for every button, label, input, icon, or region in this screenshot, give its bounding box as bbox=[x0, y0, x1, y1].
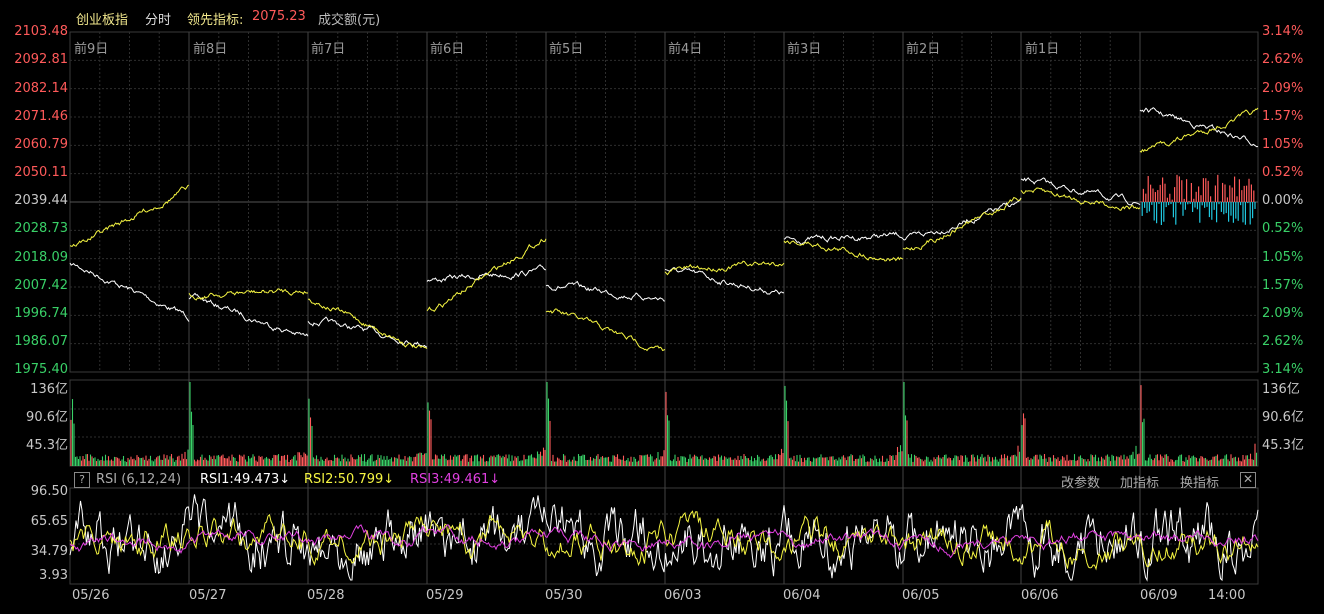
date-tick: 14:00 bbox=[1208, 588, 1246, 603]
date-tick: 05/30 bbox=[545, 588, 583, 603]
rsi-tick: 96.50 bbox=[30, 484, 68, 499]
rsi1-value: RSI1:49.473↓ bbox=[200, 472, 291, 487]
date-tick: 05/29 bbox=[426, 588, 464, 603]
index-price-line bbox=[783, 231, 904, 245]
volume-tick: 45.3亿 bbox=[26, 438, 68, 453]
edit-params-button[interactable]: 改参数 bbox=[1061, 472, 1100, 491]
close-icon[interactable]: ✕ bbox=[1240, 472, 1256, 488]
rsi-tick: 3.93 bbox=[39, 568, 68, 583]
rsi-title[interactable]: RSI (6,12,24) bbox=[96, 472, 181, 487]
day-label[interactable]: 前7日 bbox=[311, 38, 345, 57]
volume-bars bbox=[70, 382, 1258, 466]
date-tick: 05/26 bbox=[72, 588, 110, 603]
date-tick: 06/03 bbox=[664, 588, 702, 603]
date-tick: 05/27 bbox=[189, 588, 227, 603]
volume-tick: 136亿 bbox=[1262, 382, 1300, 397]
date-tick: 06/06 bbox=[1021, 588, 1059, 603]
help-icon[interactable]: ? bbox=[74, 472, 90, 488]
rsi1-line bbox=[69, 494, 1259, 582]
rsi-lines bbox=[69, 494, 1259, 582]
leading-indicator-line bbox=[188, 288, 308, 301]
leading-indicator-line bbox=[1020, 187, 1141, 212]
rsi3-value: RSI3:49.461↓ bbox=[410, 472, 501, 487]
switch-indicator-button[interactable]: 换指标 bbox=[1180, 472, 1219, 491]
day-label[interactable]: 前2日 bbox=[906, 38, 940, 57]
volume-tick: 90.6亿 bbox=[26, 410, 68, 425]
rsi-tick: 65.65 bbox=[30, 514, 68, 529]
chart-grid bbox=[69, 31, 1259, 585]
date-tick: 06/04 bbox=[783, 588, 821, 603]
rsi2-value: RSI2:50.799↓ bbox=[304, 472, 395, 487]
date-tick: 06/05 bbox=[902, 588, 940, 603]
day-label[interactable]: 前3日 bbox=[787, 38, 821, 57]
rsi-tick: 34.79 bbox=[30, 544, 68, 559]
day-label[interactable]: 前1日 bbox=[1025, 38, 1059, 57]
rsi-toolbar: ? RSI (6,12,24) RSI1:49.473↓ RSI2:50.799… bbox=[70, 470, 1258, 491]
day-label[interactable]: 前6日 bbox=[430, 38, 464, 57]
volume-tick: 136亿 bbox=[30, 382, 68, 397]
add-indicator-button[interactable]: 加指标 bbox=[1120, 472, 1159, 491]
intraday-chart[interactable] bbox=[0, 0, 1324, 614]
date-tick: 05/28 bbox=[307, 588, 345, 603]
volume-tick: 90.6亿 bbox=[1262, 410, 1304, 425]
day-label[interactable]: 前4日 bbox=[668, 38, 702, 57]
date-tick: 06/09 bbox=[1140, 588, 1178, 603]
day-label[interactable]: 前9日 bbox=[74, 38, 108, 57]
index-price-line bbox=[664, 267, 784, 295]
volume-tick: 45.3亿 bbox=[1262, 438, 1304, 453]
day-label[interactable]: 前8日 bbox=[193, 38, 227, 57]
index-price-line bbox=[1139, 107, 1259, 148]
index-price-line bbox=[426, 264, 547, 283]
day-label[interactable]: 前5日 bbox=[549, 38, 583, 57]
